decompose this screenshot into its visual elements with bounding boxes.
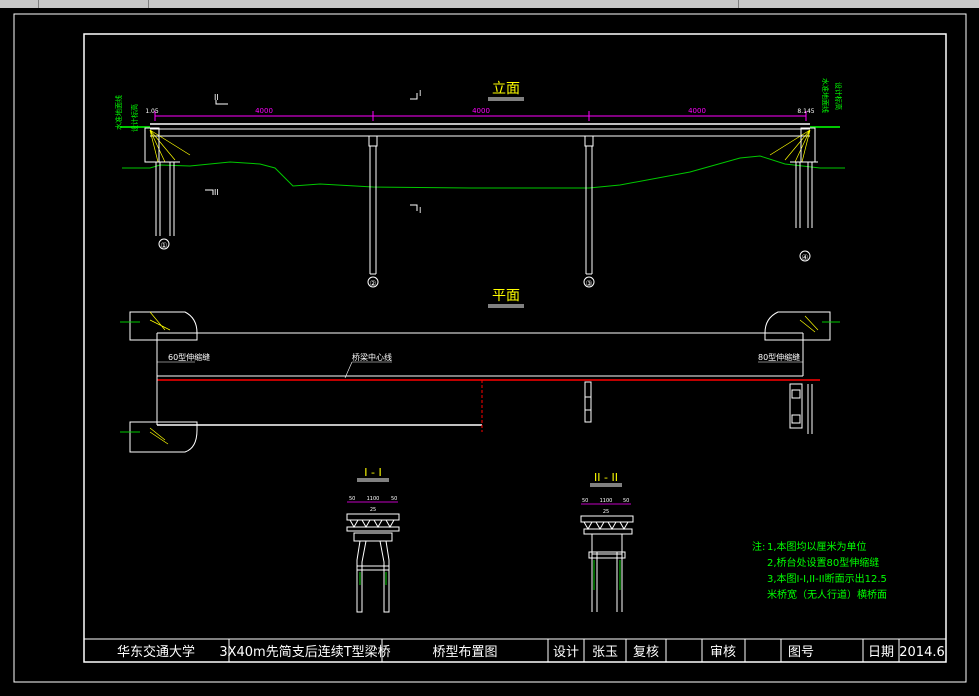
centerline-label: 桥梁中心线	[352, 352, 392, 362]
number-label: 图号	[788, 645, 814, 660]
pier-number-3: ③	[585, 279, 592, 288]
project-name: 3X40m先简支后连续T型梁桥	[219, 644, 390, 660]
right-offset-label: 8.145	[797, 108, 814, 115]
pier-number-4: ④	[801, 253, 808, 262]
left-abutment-label: 水准地面线	[114, 95, 123, 130]
ground-line	[122, 155, 845, 189]
window-toolbar-strip	[0, 0, 979, 8]
plan-view: 平面 60型伸缩缝 桥梁中心线 80型伸缩缝	[120, 288, 840, 453]
section-1-dim-left: 50	[349, 496, 355, 502]
span-1-label: 4000	[255, 107, 273, 115]
check-label: 复核	[633, 645, 659, 660]
left-joint-label: 60型伸缩缝	[168, 352, 210, 362]
left-offset-label: 1.05	[145, 108, 159, 115]
section-2-dim-mid: 1100	[600, 498, 613, 504]
right-abutment-value: 设计标高	[834, 82, 843, 110]
section-mark-I-top: I	[419, 89, 421, 98]
section-2-sub-dim: 25	[603, 509, 609, 515]
toolbar-segment[interactable]	[148, 0, 739, 8]
right-joint-label: 80型伸缩缝	[758, 352, 800, 362]
note-item: 3,本图I-I,II-II断面示出12.5	[767, 572, 887, 585]
design-label: 设计	[553, 645, 579, 660]
cad-drawing-canvas[interactable]: 立面 4000 4000 4000 1.05 8.145 II II I I 水…	[0, 8, 979, 692]
date-label: 日期	[868, 645, 894, 660]
section-2-title: II - II	[594, 471, 618, 484]
elevation-title: 立面	[492, 81, 520, 97]
section-mark-II-top: II	[214, 93, 219, 102]
notes-title: 注:	[752, 540, 765, 553]
section-mark-II-bottom: II	[214, 188, 219, 197]
note-item: 1,本图均以厘米为单位	[767, 540, 867, 553]
toolbar-segment[interactable]	[38, 0, 149, 8]
left-abutment-value: 设计标高	[130, 104, 139, 132]
pier-number-1: ①	[160, 241, 167, 250]
section-1-view: I - I 50 1100 50 25	[346, 466, 400, 613]
section-2-dim-left: 50	[582, 498, 588, 504]
right-abutment-label: 水准地面线	[821, 78, 830, 113]
date-value: 2014.6	[899, 645, 945, 660]
section-1-sub-dim: 25	[370, 507, 376, 513]
designer-name: 张玉	[592, 645, 618, 660]
review-label: 审核	[710, 645, 736, 660]
elevation-view: 立面 4000 4000 4000 1.05 8.145 II II I I 水…	[114, 78, 845, 288]
span-2-label: 4000	[472, 107, 490, 115]
pier-number-2: ②	[369, 279, 376, 288]
section-1-title: I - I	[364, 466, 381, 479]
section-mark-I-bottom: I	[419, 206, 421, 215]
note-item: 2,桥台处设置80型伸缩缝	[767, 556, 879, 569]
span-3-label: 4000	[688, 107, 706, 115]
note-item: 米桥宽（无人行道）横桥面	[767, 588, 887, 601]
section-2-view: II - II 50 1100 50 25	[580, 471, 634, 612]
section-1-dim-right: 50	[391, 496, 397, 502]
drawing-name: 桥型布置图	[432, 645, 497, 660]
school-name: 华东交通大学	[117, 644, 195, 660]
section-2-dim-right: 50	[623, 498, 629, 504]
notes-block: 注: 1,本图均以厘米为单位 2,桥台处设置80型伸缩缝 3,本图I-I,II-…	[752, 540, 887, 601]
toolbar-segment[interactable]	[0, 0, 39, 8]
plan-title: 平面	[492, 288, 520, 304]
section-1-dim-mid: 1100	[367, 496, 380, 502]
title-block: 华东交通大学 3X40m先简支后连续T型梁桥 桥型布置图 设计 张玉 复核 审核…	[83, 638, 947, 663]
